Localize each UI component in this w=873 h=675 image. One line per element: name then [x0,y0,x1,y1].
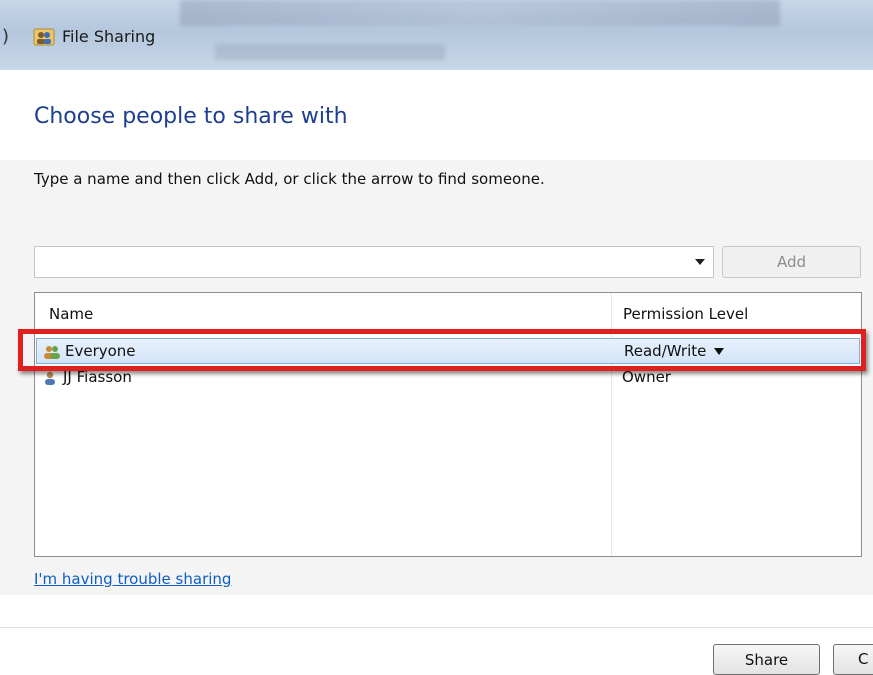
title-bar: ) File Sharing [0,0,873,70]
footer-divider [0,627,873,628]
group-users-icon [44,346,60,359]
permission-dropdown[interactable]: Read/Write [624,342,725,360]
single-user-icon [45,371,55,385]
add-button[interactable]: Add [722,246,861,278]
column-header-permission[interactable]: Permission Level [623,305,748,323]
caret-down-icon[interactable] [714,348,725,355]
cancel-button[interactable]: C [833,644,873,675]
name-input[interactable] [39,251,683,275]
table-row[interactable]: JJ Fiasson Owner [35,365,861,391]
chevron-down-icon[interactable] [695,259,705,265]
row-name: Everyone [65,342,136,360]
background-window-subtitle [215,44,445,60]
column-header-name[interactable]: Name [49,305,93,323]
file-sharing-people-icon [33,28,55,46]
permission-value: Read/Write [624,342,707,360]
background-window-tabs [180,0,780,26]
table-row[interactable]: Everyone Read/Write [36,338,860,364]
page-title: Choose people to share with [34,104,348,129]
row-name: JJ Fiasson [63,368,132,386]
back-button-edge[interactable]: ) [2,26,9,47]
share-button[interactable]: Share [713,644,820,675]
permission-value: Owner [622,368,671,386]
trouble-sharing-link[interactable]: I'm having trouble sharing [34,570,231,588]
window-title: File Sharing [62,27,156,46]
column-divider[interactable] [611,293,612,556]
name-combo-box[interactable] [34,246,714,278]
share-list[interactable]: Name Permission Level Everyone Read/Writ… [34,292,862,557]
instruction-text: Type a name and then click Add, or click… [34,170,545,188]
